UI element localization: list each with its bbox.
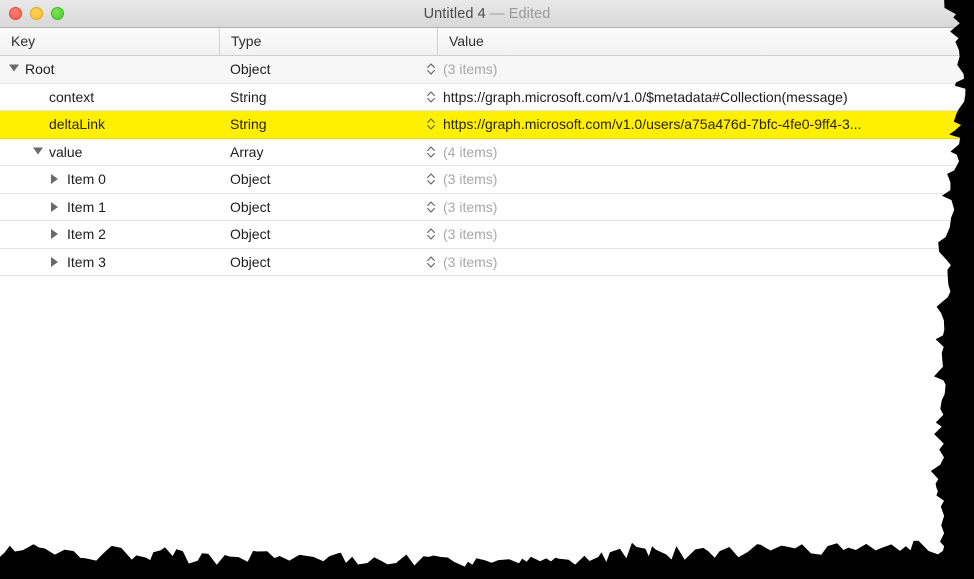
table-row[interactable]: Item 2 Object (3 items) [0,221,974,249]
triangle-right-icon[interactable] [51,201,58,212]
cell-key: deltaLink [0,111,219,138]
key-label: Item 1 [67,198,106,215]
document-name: Untitled 4 [423,6,486,22]
cell-key: value [0,139,219,166]
key-label: deltaLink [49,116,106,132]
stepper-up-down-icon[interactable] [425,61,437,77]
cell-key: Root [0,56,219,83]
cell-value[interactable]: (3 items) [443,249,974,276]
table-column-headers: Key Type Value [0,28,974,56]
triangle-right-icon[interactable] [51,256,58,267]
window-titlebar: Untitled 4 — Edited [0,0,974,28]
value-text: (3 items) [443,226,498,242]
cell-type[interactable]: String [219,111,428,138]
value-text: https://graph.microsoft.com/v1.0/users/a… [443,116,862,132]
value-text: (3 items) [443,171,498,187]
value-text: (3 items) [443,198,498,215]
cell-value[interactable]: (3 items) [443,56,974,83]
key-label: Item 0 [67,171,106,187]
cell-type[interactable]: Object [219,249,428,276]
cell-value[interactable]: (4 items) [443,139,974,166]
key-label: Item 3 [67,253,106,270]
column-header-key[interactable]: Key [0,28,219,55]
column-header-type[interactable]: Type [219,28,437,55]
edited-status: Edited [508,6,551,22]
cell-value[interactable]: (3 items) [443,194,974,221]
table-row[interactable]: deltaLink String https://graph.microsoft.c… [0,111,974,139]
value-text: (4 items) [443,143,498,160]
cell-type[interactable]: Object [219,221,428,248]
json-tree-table: Root Object (3 items) context String https://… [0,56,974,579]
table-row[interactable]: Item 1 Object (3 items) [0,193,974,221]
value-text: (3 items) [443,61,498,77]
cell-key: Item 2 [0,221,219,248]
title-separator: — [489,6,505,22]
cell-type[interactable]: Object [219,166,428,193]
cell-value[interactable]: https://graph.microsoft.com/v1.0/users/a… [443,111,974,138]
cell-value[interactable]: https://graph.microsoft.com/v1.0/$metada… [443,84,974,111]
column-header-value[interactable]: Value [437,28,974,55]
window-title: Untitled 4 — Edited [0,0,974,28]
table-row[interactable]: value Array (4 items) [0,138,974,166]
stepper-up-down-icon[interactable] [425,116,437,132]
stepper-up-down-icon[interactable] [425,89,437,105]
table-row[interactable]: Item 0 Object (3 items) [0,166,974,194]
cell-type[interactable]: Object [219,194,428,221]
cell-key: Item 0 [0,166,219,193]
json-editor-window: Untitled 4 — Edited Key Type Value Root O… [0,0,974,579]
cell-value[interactable]: (3 items) [443,221,974,248]
table-row[interactable]: context String https://graph.microsoft.com… [0,83,974,111]
triangle-right-icon[interactable] [51,174,58,185]
triangle-down-icon[interactable] [9,64,19,72]
table-row[interactable]: Root Object (3 items) [0,56,974,84]
key-label: context [49,88,95,105]
key-label: Root [25,61,55,77]
stepper-up-down-icon[interactable] [425,226,437,242]
stepper-up-down-icon[interactable] [425,254,437,270]
stepper-up-down-icon[interactable] [425,144,437,160]
stepper-up-down-icon[interactable] [425,199,437,215]
triangle-right-icon[interactable] [51,229,58,240]
key-label: value [49,143,83,160]
cell-type[interactable]: String [219,84,428,111]
value-text: (3 items) [443,253,498,270]
stepper-up-down-icon[interactable] [425,171,437,187]
key-label: Item 2 [67,226,106,242]
cell-key: context [0,84,219,111]
cell-key: Item 1 [0,194,219,221]
cell-value[interactable]: (3 items) [443,166,974,193]
triangle-down-icon[interactable] [33,147,43,155]
value-text: https://graph.microsoft.com/v1.0/$metada… [443,88,848,105]
cell-key: Item 3 [0,249,219,276]
table-row[interactable]: Item 3 Object (3 items) [0,248,974,276]
cell-type[interactable]: Array [219,139,428,166]
cell-type[interactable]: Object [219,56,428,83]
